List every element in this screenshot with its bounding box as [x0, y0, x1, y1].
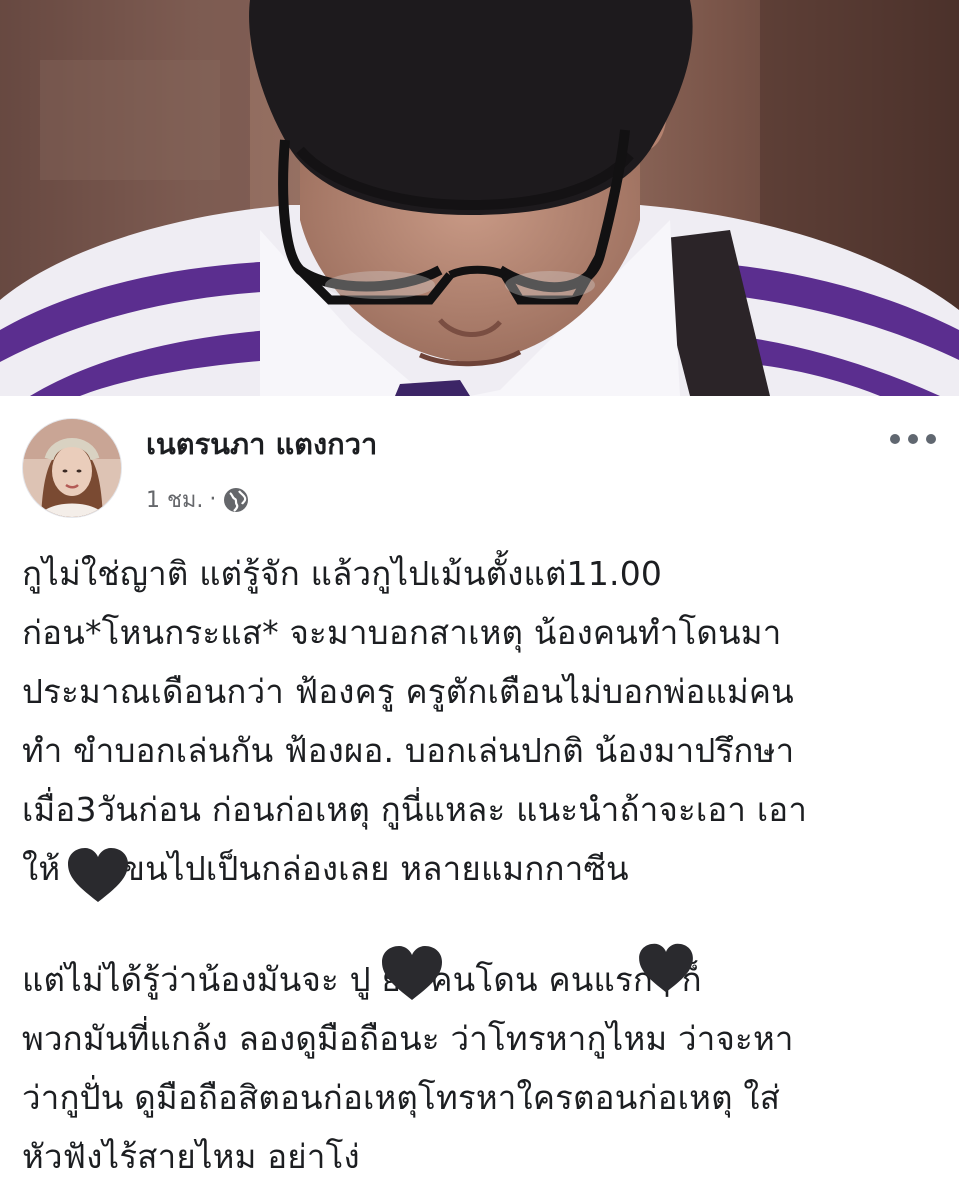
meta-separator: · [209, 487, 217, 512]
black-heart-icon [382, 946, 442, 1000]
post-body: กูไม่ใช่ญาติ แต่รู้จัก แล้วกูไปเม้นตั้งแ… [22, 544, 947, 1186]
black-heart-icon [68, 848, 128, 902]
post-meta: 1 ชม. · [146, 482, 250, 517]
avatar-portrait-graphic [23, 419, 121, 517]
post-line: ก่อน*โหนกระแส* จะมาบอกสาเหตุ น้องคนทำโดน… [22, 613, 782, 652]
post-line: เมื่อ3วันก่อน ก่อนก่อเหตุ กูนี่แหละ แนะน… [22, 790, 808, 829]
post-line: กูไม่ใช่ญาติ แต่รู้จัก แล้วกูไปเม้นตั้งแ… [22, 554, 663, 593]
globe-icon[interactable] [222, 486, 250, 514]
post-photo[interactable] [0, 0, 959, 396]
photo-student-graphic [0, 0, 959, 396]
post-timestamp[interactable]: 1 ชม. [146, 482, 203, 517]
post-line: ให้ เลยขนไปเป็นกล่องเลย หลายแมกกาซีน [22, 849, 629, 888]
more-options-icon[interactable] [887, 424, 939, 454]
author-avatar[interactable] [22, 418, 122, 518]
post-line: หัวฟังไร้สายไหม อย่าโง่ [22, 1137, 360, 1176]
post-line: ประมาณเดือนกว่า ฟ้องครู ครูตักเตือนไม่บอ… [22, 672, 794, 711]
post-line: แต่ไม่ได้รู้ว่าน้องมันจะ ปู ย่า คนโดน คน… [22, 960, 702, 999]
black-heart-icon [639, 943, 693, 993]
post-line: พวกมันที่แกล้ง ลองดูมือถือนะ ว่าโทรหากูไ… [22, 1019, 794, 1058]
post-line: ทำ ขำบอกเล่นกัน ฟ้องผอ. บอกเล่นปกติ น้อง… [22, 731, 795, 770]
author-name[interactable]: เนตรนภา แตงกวา [146, 426, 377, 462]
post-line: ว่ากูปั่น ดูมือถือสิตอนก่อเหตุโทรหาใครตอ… [22, 1078, 781, 1117]
post-card: เนตรนภา แตงกวา 1 ชม. · กูไม่ใช่ญาติ แต่ร… [0, 396, 959, 1199]
